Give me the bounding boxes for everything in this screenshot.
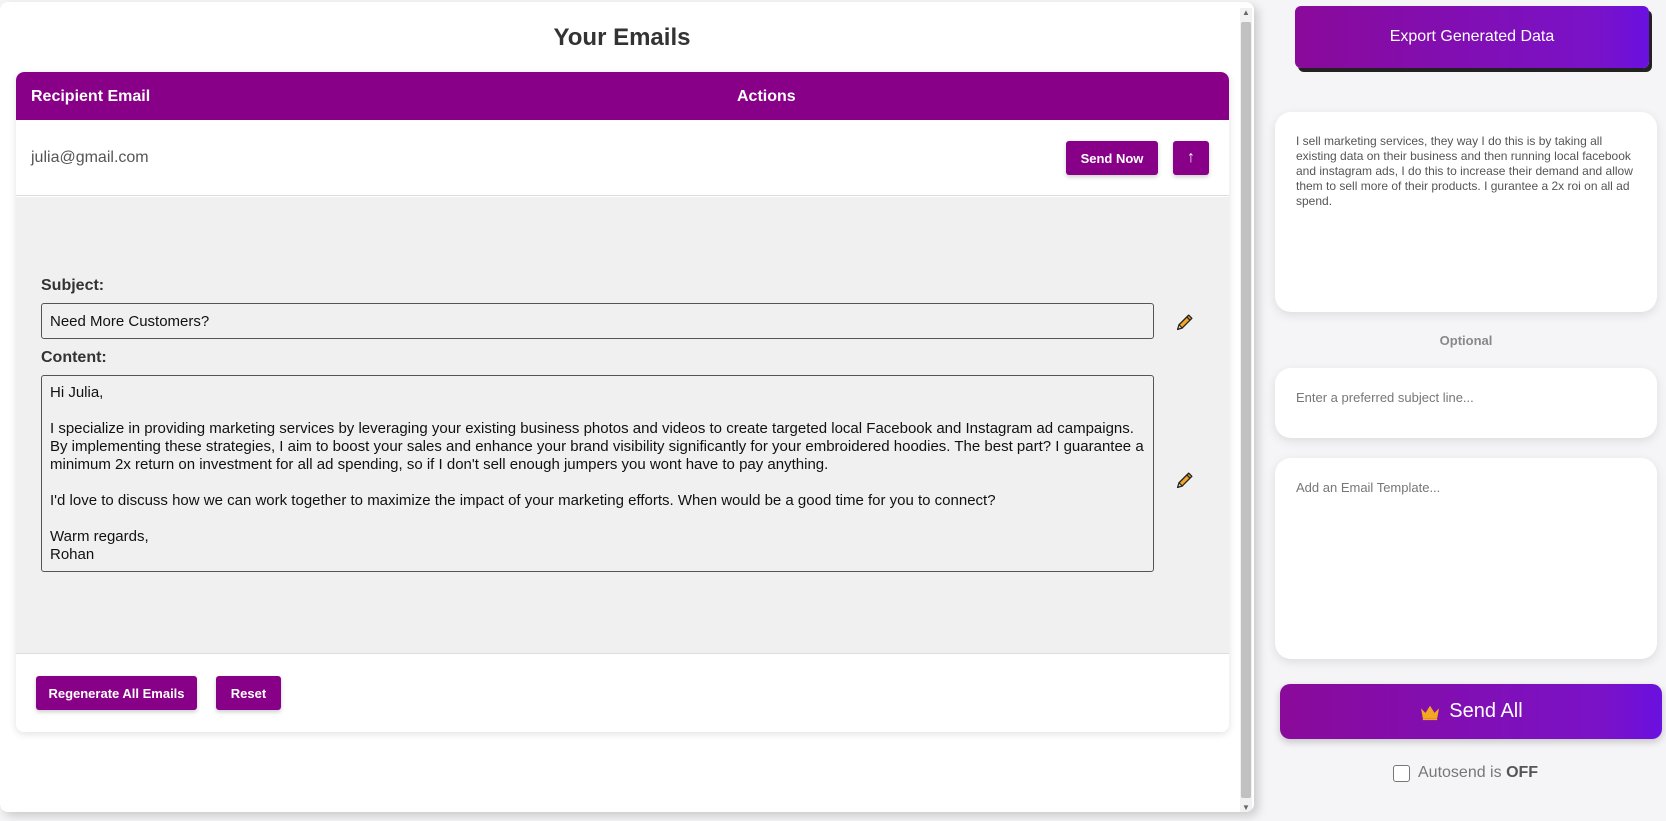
page-title: Your Emails	[553, 24, 691, 51]
optional-label: Optional	[1439, 333, 1493, 348]
autosend-label: Autosend is OFF	[1418, 764, 1539, 781]
send-all-button[interactable]: Send All	[1280, 684, 1662, 739]
emails-panel: Your Emails Recipient Email Actions juli…	[0, 2, 1254, 812]
subject-label: Subject:	[41, 277, 105, 294]
autosend-checkbox[interactable]	[1393, 764, 1410, 782]
send-all-label: Send All	[1449, 700, 1523, 722]
scroll-down-arrow-icon[interactable]: ▼	[1242, 803, 1250, 812]
reset-button[interactable]: Reset	[216, 676, 281, 710]
scroll-thumb[interactable]	[1241, 22, 1251, 798]
collapse-up-button[interactable]: ↑	[1173, 141, 1209, 175]
email-details: Subject: Content: Hi Julia, I specialize…	[16, 197, 1229, 654]
business-description-card: I sell marketing services, they way I do…	[1275, 112, 1657, 312]
header-recipient-email: Recipient Email	[31, 88, 151, 105]
recipient-email: julia@gmail.com	[31, 149, 149, 166]
preferred-subject-input[interactable]	[1296, 390, 1636, 405]
send-now-button[interactable]: Send Now	[1066, 141, 1158, 175]
subject-field[interactable]	[41, 303, 1154, 339]
crown-icon	[1421, 705, 1440, 720]
table-footer: Regenerate All Emails Reset	[16, 654, 1229, 732]
autosend-toggle[interactable]: Autosend is OFF	[1393, 764, 1538, 782]
table-row[interactable]: julia@gmail.com Send Now ↑	[16, 120, 1229, 196]
content-label: Content:	[41, 349, 107, 366]
scrollbar[interactable]: ▲ ▼	[1240, 8, 1252, 812]
emails-table: Recipient Email Actions julia@gmail.com …	[16, 72, 1229, 732]
business-description-field[interactable]: I sell marketing services, they way I do…	[1296, 134, 1636, 294]
export-data-button[interactable]: Export Generated Data	[1295, 6, 1649, 68]
pencil-icon[interactable]	[1174, 469, 1196, 491]
regenerate-all-button[interactable]: Regenerate All Emails	[36, 676, 197, 710]
table-header: Recipient Email Actions	[16, 72, 1229, 120]
content-field[interactable]: Hi Julia, I specialize in providing mark…	[41, 375, 1154, 572]
autosend-state: OFF	[1506, 764, 1539, 781]
scroll-up-arrow-icon[interactable]: ▲	[1242, 8, 1250, 17]
email-template-input[interactable]	[1296, 480, 1636, 640]
email-template-card	[1275, 458, 1657, 659]
pencil-icon[interactable]	[1174, 311, 1196, 333]
header-actions: Actions	[737, 88, 796, 105]
preferred-subject-card	[1275, 368, 1657, 438]
